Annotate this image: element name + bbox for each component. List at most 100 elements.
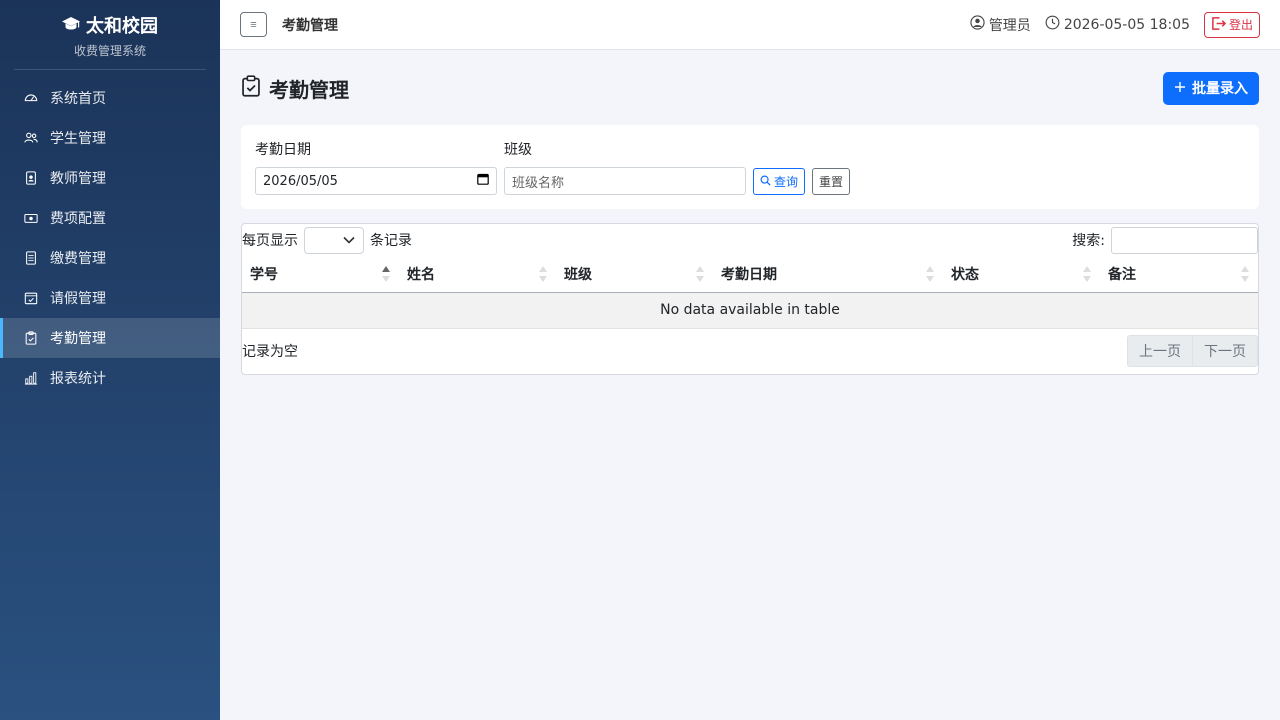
attendance-table-card: 每页显示 条记录 搜索: 学号 姓名 班级 考勤日期 状态 备注 No data… bbox=[241, 223, 1259, 375]
sort-icon bbox=[925, 265, 935, 283]
sidebar-item-label: 报表统计 bbox=[50, 371, 106, 387]
column-header-student-id[interactable]: 学号 bbox=[242, 256, 399, 293]
calendar-check-icon bbox=[24, 291, 38, 305]
filter-card: 考勤日期 2026/05/05 班级 班级名称 查询 重置 bbox=[241, 125, 1259, 209]
batch-entry-label: 批量录入 bbox=[1192, 80, 1248, 96]
sidebar-item-label: 教师管理 bbox=[50, 171, 106, 187]
query-label: 查询 bbox=[774, 175, 799, 189]
clipboard-check-icon bbox=[24, 331, 38, 345]
sidebar-item-reports[interactable]: 报表统计 bbox=[0, 358, 220, 398]
date-input[interactable]: 2026/05/05 bbox=[255, 167, 497, 195]
query-button[interactable]: 查询 bbox=[753, 168, 806, 195]
search-label: 搜索: bbox=[1072, 233, 1105, 249]
brand-title: 太和校园 bbox=[14, 12, 206, 38]
class-input[interactable]: 班级名称 bbox=[504, 167, 746, 195]
user-name: 管理员 bbox=[988, 17, 1031, 34]
box-arrow-right-icon bbox=[1211, 16, 1227, 34]
page-header: 考勤管理 批量录入 bbox=[241, 70, 1259, 106]
datetime-text: 2026-05-05 18:05 bbox=[1063, 16, 1190, 33]
sort-ascending-icon bbox=[381, 265, 391, 283]
sidebar-item-dashboard[interactable]: 系统首页 bbox=[0, 78, 220, 118]
class-filter-group: 班级 班级名称 bbox=[504, 139, 746, 195]
page-title: 考勤管理 bbox=[241, 74, 349, 103]
brand: 太和校园 收费管理系统 bbox=[14, 0, 206, 70]
user-info: 管理员 bbox=[970, 15, 1031, 35]
reset-button[interactable]: 重置 bbox=[812, 168, 851, 195]
logout-button[interactable]: 登出 bbox=[1203, 11, 1260, 38]
person-circle-icon bbox=[970, 15, 985, 34]
column-header-name[interactable]: 姓名 bbox=[399, 256, 556, 293]
search-input[interactable] bbox=[1111, 226, 1258, 254]
person-badge-icon bbox=[24, 171, 38, 185]
datetime: 2026-05-05 18:05 bbox=[1045, 15, 1190, 34]
plus-icon bbox=[1174, 80, 1186, 96]
sidebar-item-fee-config[interactable]: 费项配置 bbox=[0, 198, 220, 238]
previous-page-button[interactable]: 上一页 bbox=[1127, 334, 1193, 367]
sidebar-item-label: 系统首页 bbox=[50, 91, 106, 107]
column-header-label: 备注 bbox=[1108, 266, 1136, 283]
calendar-icon[interactable] bbox=[477, 173, 489, 189]
receipt-icon bbox=[24, 251, 38, 265]
topbar: ≡ 考勤管理 管理员 2026-05-05 18:05 登出 bbox=[220, 0, 1280, 50]
column-header-label: 姓名 bbox=[407, 266, 435, 283]
page-length-select[interactable] bbox=[304, 226, 364, 254]
table-info: 记录为空 bbox=[242, 343, 298, 360]
dashboard-icon bbox=[24, 91, 38, 105]
sidebar: 太和校园 收费管理系统 系统首页 学生管理 教师管理 费项配置 缴费管理 请假管… bbox=[0, 0, 220, 720]
page-length-control: 每页显示 条记录 bbox=[242, 226, 412, 254]
topbar-title: 考勤管理 bbox=[282, 17, 338, 34]
page-length-prefix: 每页显示 bbox=[242, 233, 298, 249]
cash-icon bbox=[24, 211, 38, 225]
sidebar-item-payments[interactable]: 缴费管理 bbox=[0, 238, 220, 278]
sidebar-item-teachers[interactable]: 教师管理 bbox=[0, 158, 220, 198]
page-title-text: 考勤管理 bbox=[269, 77, 349, 102]
logout-label: 登出 bbox=[1228, 18, 1253, 32]
column-header-status[interactable]: 状态 bbox=[943, 256, 1100, 293]
sidebar-item-label: 缴费管理 bbox=[50, 251, 106, 267]
sort-icon bbox=[1082, 265, 1092, 283]
clock-icon bbox=[1045, 15, 1060, 34]
sidebar-toggle-button[interactable]: ≡ bbox=[240, 12, 267, 37]
brand-title-text: 太和校园 bbox=[86, 16, 158, 37]
table-toolbar: 每页显示 条记录 搜索: bbox=[242, 224, 1258, 256]
sidebar-item-attendance[interactable]: 考勤管理 bbox=[0, 318, 220, 358]
topbar-right: 管理员 2026-05-05 18:05 登出 bbox=[970, 11, 1260, 38]
table-header: 学号 姓名 班级 考勤日期 状态 备注 bbox=[242, 256, 1258, 293]
column-header-label: 班级 bbox=[564, 266, 592, 283]
column-header-label: 学号 bbox=[250, 266, 278, 283]
column-header-class[interactable]: 班级 bbox=[556, 256, 713, 293]
attendance-table: 学号 姓名 班级 考勤日期 状态 备注 No data available in… bbox=[242, 256, 1258, 329]
brand-subtitle: 收费管理系统 bbox=[73, 44, 146, 58]
column-header-attendance-date[interactable]: 考勤日期 bbox=[713, 256, 943, 293]
table-body: No data available in table bbox=[242, 292, 1258, 329]
search-icon bbox=[760, 175, 771, 189]
filter-row: 考勤日期 2026/05/05 班级 班级名称 查询 重置 bbox=[255, 139, 1245, 195]
page-length-suffix: 条记录 bbox=[370, 233, 412, 249]
table-row: No data available in table bbox=[242, 292, 1258, 329]
people-icon bbox=[24, 131, 38, 145]
next-page-button[interactable]: 下一页 bbox=[1193, 334, 1258, 367]
sidebar-item-label: 学生管理 bbox=[50, 131, 106, 147]
sidebar-item-students[interactable]: 学生管理 bbox=[0, 118, 220, 158]
column-header-label: 考勤日期 bbox=[721, 266, 777, 283]
bar-chart-icon bbox=[24, 371, 38, 385]
sidebar-item-leave[interactable]: 请假管理 bbox=[0, 278, 220, 318]
sidebar-item-label: 请假管理 bbox=[50, 291, 106, 307]
chevron-down-icon bbox=[343, 232, 355, 248]
pagination: 上一页 下一页 bbox=[1127, 334, 1258, 367]
date-value: 2026/05/05 bbox=[263, 173, 338, 189]
column-header-remarks[interactable]: 备注 bbox=[1100, 256, 1258, 293]
sidebar-nav: 系统首页 学生管理 教师管理 费项配置 缴费管理 请假管理 考勤管理 报表统计 bbox=[0, 78, 220, 398]
table-search: 搜索: bbox=[1072, 226, 1258, 254]
sidebar-item-label: 费项配置 bbox=[50, 211, 106, 227]
clipboard-check-icon bbox=[241, 74, 261, 102]
sort-icon bbox=[1240, 265, 1250, 283]
class-filter-label: 班级 bbox=[504, 142, 532, 158]
sort-icon bbox=[695, 265, 705, 283]
sidebar-item-label: 考勤管理 bbox=[50, 331, 106, 347]
table-header-row: 学号 姓名 班级 考勤日期 状态 备注 bbox=[242, 256, 1258, 293]
batch-entry-button[interactable]: 批量录入 bbox=[1163, 71, 1259, 105]
sort-icon bbox=[538, 265, 548, 283]
date-filter-group: 考勤日期 2026/05/05 bbox=[255, 139, 497, 195]
date-filter-label: 考勤日期 bbox=[255, 142, 311, 158]
